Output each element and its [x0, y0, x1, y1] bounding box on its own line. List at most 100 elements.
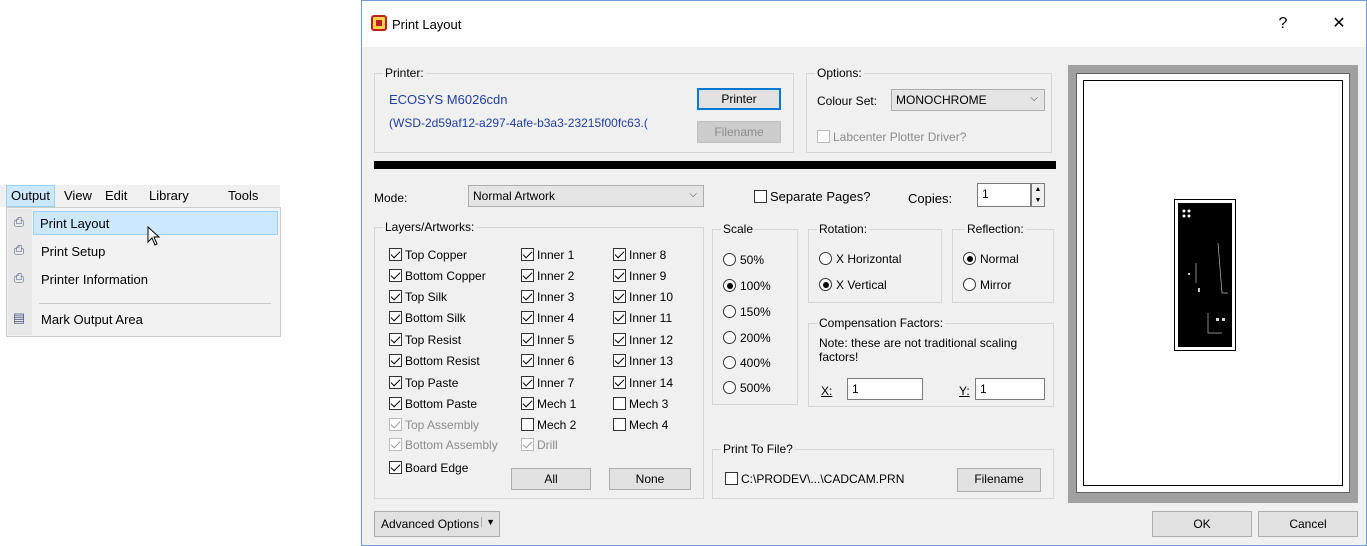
layer-board-edge[interactable]: Board Edge — [389, 461, 468, 477]
checkbox-box — [754, 190, 767, 203]
copies-label: Copies: — [908, 191, 953, 206]
output-menu-dropdown: ⎙ ⎙ ⎙ ▤ Print Layout Print Setup Printer… — [6, 207, 281, 337]
checkbox-box — [389, 269, 402, 282]
menu-bar: Output View Edit Library Tools — [0, 185, 280, 207]
scale-group-label: Scale — [721, 222, 756, 236]
menu-edit[interactable]: Edit — [105, 188, 127, 203]
copies-spinner[interactable]: ▲ ▼ — [1031, 183, 1045, 207]
printer-name: ECOSYS M6026cdn — [389, 92, 508, 107]
scale-500[interactable]: 500% — [723, 381, 771, 397]
layer-bottom-copper[interactable]: Bottom Copper — [389, 269, 486, 285]
checkbox-box — [389, 290, 402, 303]
layer-mech-1[interactable]: Mech 1 — [521, 397, 576, 413]
compensation-x-input[interactable]: 1 — [847, 378, 923, 400]
layer-inner-4[interactable]: Inner 4 — [521, 311, 574, 327]
menu-item-mark-output-area[interactable]: Mark Output Area — [35, 308, 277, 332]
layer-inner-9[interactable]: Inner 9 — [613, 269, 666, 285]
checkbox-box — [389, 397, 402, 410]
layer-inner-12[interactable]: Inner 12 — [613, 333, 673, 349]
layer-inner-1[interactable]: Inner 1 — [521, 248, 574, 264]
layer-inner-8[interactable]: Inner 8 — [613, 248, 666, 264]
layer-inner-5[interactable]: Inner 5 — [521, 333, 574, 349]
separate-pages-checkbox[interactable]: Separate Pages? — [754, 189, 870, 205]
checkbox-box — [613, 354, 626, 367]
layers-all-button[interactable]: All — [511, 468, 591, 490]
scale-200[interactable]: 200% — [723, 331, 771, 347]
radio-dot — [723, 279, 736, 292]
scale-400[interactable]: 400% — [723, 356, 771, 372]
cancel-button[interactable]: Cancel — [1258, 511, 1358, 537]
rotation-group: Rotation: X Horizontal X Vertical — [808, 222, 942, 303]
scale-100[interactable]: 100% — [723, 279, 771, 295]
chevron-down-icon: ⌵ — [1030, 93, 1038, 104]
layer-inner-11[interactable]: Inner 11 — [613, 311, 672, 327]
reflection-normal[interactable]: Normal — [963, 252, 1019, 268]
compensation-y-input[interactable]: 1 — [975, 378, 1045, 400]
menu-item-printer-information[interactable]: Printer Information — [35, 268, 277, 292]
printer-group-label: Printer: — [383, 66, 426, 80]
layer-inner-10[interactable]: Inner 10 — [613, 290, 673, 306]
plotter-driver-checkbox[interactable]: Labcenter Plotter Driver? — [817, 130, 966, 146]
checkbox-box — [521, 290, 534, 303]
layer-bottom-paste[interactable]: Bottom Paste — [389, 397, 477, 413]
layer-top-paste[interactable]: Top Paste — [389, 376, 458, 392]
printer-info-icon: ⎙ — [13, 270, 25, 285]
separator-bar — [374, 161, 1056, 169]
layer-inner-14[interactable]: Inner 14 — [613, 376, 673, 392]
layer-top-copper[interactable]: Top Copper — [389, 248, 467, 264]
menu-view[interactable]: View — [64, 188, 92, 203]
layer-bottom-assembly[interactable]: Bottom Assembly — [389, 438, 498, 454]
layer-bottom-resist[interactable]: Bottom Resist — [389, 354, 480, 370]
printer-button[interactable]: Printer — [697, 88, 781, 110]
layer-inner-13[interactable]: Inner 13 — [613, 354, 673, 370]
radio-dot — [963, 252, 976, 265]
mode-select[interactable]: Normal Artwork ⌵ — [468, 185, 704, 207]
scale-50[interactable]: 50% — [723, 253, 764, 269]
layers-none-button[interactable]: None — [609, 468, 691, 490]
layer-mech-3[interactable]: Mech 3 — [613, 397, 668, 413]
rotation-x-horizontal[interactable]: X Horizontal — [819, 252, 901, 268]
layer-top-silk[interactable]: Top Silk — [389, 290, 447, 306]
layer-inner-7[interactable]: Inner 7 — [521, 376, 574, 392]
layer-drill[interactable]: Drill — [521, 438, 558, 454]
layer-inner-6[interactable]: Inner 6 — [521, 354, 574, 370]
mode-value: Normal Artwork — [473, 189, 556, 203]
reflection-mirror[interactable]: Mirror — [963, 278, 1011, 294]
menu-output[interactable]: Output — [6, 185, 56, 207]
layer-inner-3[interactable]: Inner 3 — [521, 290, 574, 306]
title-bar: Print Layout ? ✕ — [362, 1, 1366, 47]
copies-input[interactable]: 1 — [977, 183, 1031, 207]
rotation-x-vertical[interactable]: X Vertical — [819, 278, 887, 294]
menu-library[interactable]: Library — [149, 188, 189, 203]
print-layout-dialog: Print Layout ? ✕ Printer: ECOSYS M6026cd… — [361, 0, 1367, 546]
menu-tools[interactable]: Tools — [228, 188, 258, 203]
layer-top-assembly[interactable]: Top Assembly — [389, 418, 479, 434]
separate-pages-label: Separate Pages? — [770, 189, 871, 204]
layer-top-resist[interactable]: Top Resist — [389, 333, 461, 349]
scale-group: Scale 50% 100% 150% 200% 400% 500% — [712, 222, 798, 405]
colour-set-select[interactable]: MONOCHROME ⌵ — [891, 89, 1045, 111]
layer-mech-2[interactable]: Mech 2 — [521, 418, 576, 434]
chevron-down-icon: ⌵ — [689, 189, 697, 200]
layer-bottom-silk[interactable]: Bottom Silk — [389, 311, 466, 327]
dialog-title: Print Layout — [392, 17, 462, 32]
radio-dot — [963, 278, 976, 291]
print-to-file-filename-button[interactable]: Filename — [957, 468, 1041, 492]
ok-button[interactable]: OK — [1152, 511, 1252, 537]
print-to-file-group: Print To File? C:\PRODEV\...\CADCAM.PRN … — [712, 442, 1054, 499]
radio-dot — [723, 305, 736, 318]
help-button[interactable]: ? — [1268, 11, 1298, 37]
colour-set-label: Colour Set: — [817, 94, 878, 108]
colour-set-value: MONOCHROME — [896, 93, 987, 107]
compensation-note: Note: these are not traditional scaling … — [819, 336, 1018, 364]
layer-inner-2[interactable]: Inner 2 — [521, 269, 574, 285]
checkbox-box — [613, 333, 626, 346]
print-to-file-checkbox[interactable]: C:\PRODEV\...\CADCAM.PRN — [725, 472, 904, 488]
advanced-options-button[interactable]: Advanced Options ▼ — [374, 511, 500, 537]
close-button[interactable]: ✕ — [1324, 11, 1354, 37]
layer-mech-4[interactable]: Mech 4 — [613, 418, 668, 434]
printer-filename-button[interactable]: Filename — [697, 121, 781, 143]
scale-150[interactable]: 150% — [723, 305, 771, 321]
compensation-group: Compensation Factors: Note: these are no… — [808, 316, 1054, 407]
advanced-options-label: Advanced Options — [381, 517, 480, 531]
